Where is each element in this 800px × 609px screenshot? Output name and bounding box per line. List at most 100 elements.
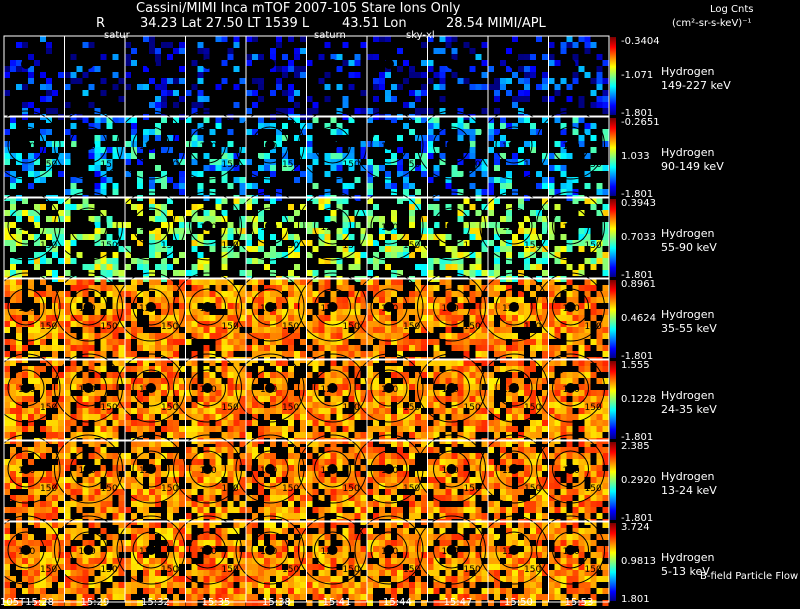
colorbar-segment <box>610 486 616 487</box>
colorbar-segment <box>610 160 616 161</box>
colorbar-segment <box>610 114 616 115</box>
planet-disc <box>509 302 519 312</box>
colorbar-segment <box>610 86 616 87</box>
colorbar-segment <box>610 92 616 93</box>
colorbar-segment <box>610 535 616 536</box>
colorbar-segment <box>610 150 616 151</box>
colorbar-segment <box>610 263 616 264</box>
image-panel <box>246 36 306 120</box>
colorbar-segment <box>610 124 616 125</box>
planet-disc <box>327 302 338 312</box>
colorbar-segment <box>610 570 616 571</box>
contour-label: 150 <box>282 484 299 494</box>
colorbar-segment <box>610 275 616 276</box>
colorbar-segment <box>610 566 616 567</box>
colorbar-segment <box>610 384 616 385</box>
colorbar-segment <box>610 427 616 428</box>
colorbar-segment <box>610 147 616 148</box>
colorbar-segment <box>610 47 616 48</box>
colorbar-segment <box>610 419 616 420</box>
colorbar-segment <box>610 296 616 297</box>
colorbar-segment <box>610 423 616 424</box>
colorbar-segment <box>610 54 616 55</box>
colorbar-segment <box>610 517 616 518</box>
contour-label: 150 <box>464 403 481 413</box>
colorbar-segment <box>610 541 616 542</box>
colorbar-segment <box>610 57 616 58</box>
colorbar-segment <box>610 189 616 190</box>
colorbar-segment <box>610 488 616 489</box>
colorbar-segment <box>610 450 616 451</box>
colorbar-segment <box>610 587 616 588</box>
colorbar-segment <box>610 310 616 311</box>
colorbar-segment <box>610 505 616 506</box>
colorbar-segment <box>610 396 616 397</box>
colorbar-segment <box>610 72 616 73</box>
colorbar-segment <box>610 245 616 246</box>
colorbar-segment <box>610 118 616 119</box>
colorbar-segment <box>610 457 616 458</box>
contour-label: 150 <box>282 565 299 575</box>
colorbar-segment <box>610 506 616 507</box>
colorbar-segment <box>610 208 616 209</box>
colorbar-segment <box>610 367 616 368</box>
colorbar-segment <box>610 498 616 499</box>
colorbar-segment <box>610 159 616 160</box>
colorbar-segment <box>610 165 616 166</box>
planet-disc <box>21 302 31 312</box>
colorbar-segment <box>610 537 616 538</box>
colorbar-segment <box>610 500 616 501</box>
colorbar-segment <box>610 591 616 592</box>
colorbar-segment <box>610 173 616 174</box>
colorbar-segment <box>610 363 616 364</box>
colorbar-segment <box>610 515 616 516</box>
colorbar-segment <box>610 272 616 273</box>
colorbar-segment <box>610 174 616 175</box>
colorbar-segment <box>610 479 616 480</box>
colorbar-segment <box>610 56 616 57</box>
colorbar-segment <box>610 527 616 528</box>
contour-label: 150 <box>585 565 602 575</box>
colorbar-segment <box>610 572 616 573</box>
colorbar-segment <box>610 217 616 218</box>
contour-label: 150 <box>403 160 420 170</box>
colorbar-segment <box>610 453 616 454</box>
colorbar-segment <box>610 315 616 316</box>
colorbar-segment <box>610 425 616 426</box>
planet-disc <box>446 140 457 150</box>
colorbar-segment <box>610 345 616 346</box>
colorbar-segment <box>610 324 616 325</box>
colorbar-segment <box>610 595 616 596</box>
colorbar-segment <box>610 433 616 434</box>
image-panel: 120150 <box>298 110 367 201</box>
colorbar-segment <box>610 413 616 414</box>
colorbar-segment <box>610 254 616 255</box>
colorbar-segment <box>610 322 616 323</box>
colorbar-segment <box>610 454 616 455</box>
colorbar-segment <box>610 58 616 59</box>
image-panel: 120150 <box>479 515 549 606</box>
colorbar-segment <box>610 94 616 95</box>
planet-disc <box>21 59 31 69</box>
colorbar-segment <box>610 103 616 104</box>
colorbar-segment <box>610 569 616 570</box>
colorbar-segment <box>610 342 616 343</box>
contour-label: 150 <box>464 241 481 251</box>
colorbar-segment <box>610 525 616 526</box>
colorbar-segment <box>610 40 616 41</box>
contour-label: 150 <box>40 484 57 494</box>
colorbar-segment <box>610 429 616 430</box>
colorbar-segment <box>610 540 616 541</box>
colorbar-segment <box>610 567 616 568</box>
planet-disc <box>146 545 156 555</box>
colorbar-segment <box>610 491 616 492</box>
colorbar-segment <box>610 523 616 524</box>
colorbar-segment <box>610 187 616 188</box>
colorbar-segment <box>610 376 616 377</box>
row-energy-label: 13-24 keV <box>661 484 717 497</box>
colorbar-segment <box>610 227 616 228</box>
time-label: 15:44 <box>383 597 412 608</box>
planet-disc <box>509 59 519 69</box>
colorbar-segment <box>610 256 616 257</box>
colorbar-segment <box>610 91 616 92</box>
